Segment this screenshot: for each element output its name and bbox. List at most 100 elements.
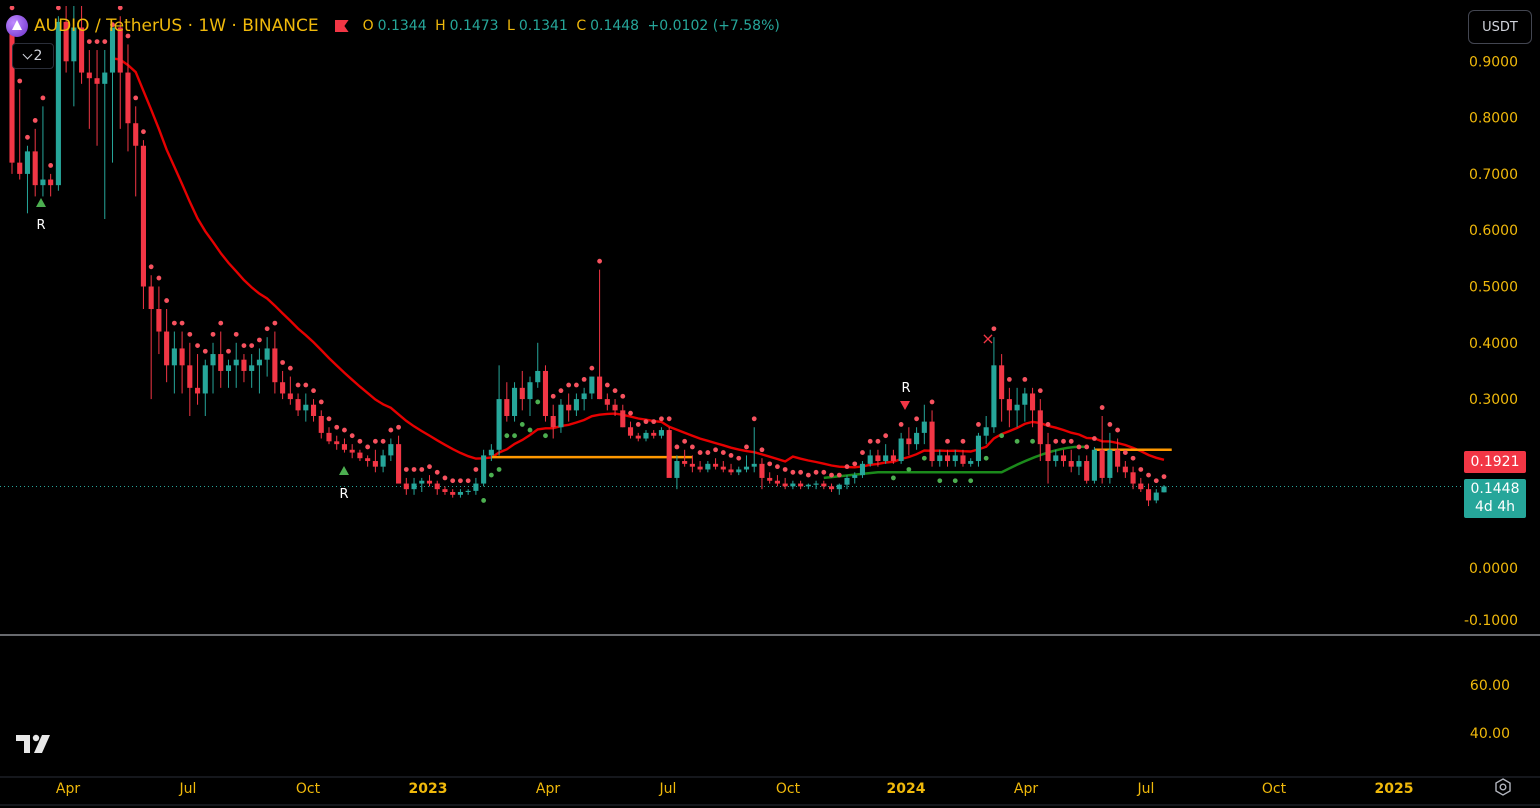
trend-dot: [442, 475, 448, 481]
buy-arrow-icon: [36, 198, 46, 207]
candle-body: [519, 387, 525, 400]
x-axis-label: Apr: [1014, 781, 1038, 797]
candle-body: [1099, 449, 1105, 478]
trend-dot: [674, 444, 680, 450]
trend-dot: [25, 134, 30, 140]
trend-dot: [543, 433, 548, 439]
candle-body: [419, 480, 425, 484]
trend-dot: [844, 464, 850, 470]
candle-body: [550, 415, 556, 428]
candle-body: [968, 461, 974, 464]
y-axis-label: 0.8000: [1469, 111, 1518, 127]
candle-body: [767, 477, 773, 481]
candle-body: [1068, 461, 1074, 467]
low-value: 0.1341: [518, 18, 568, 34]
candle-body: [597, 376, 603, 400]
trend-dot: [357, 438, 363, 444]
trend-dot: [713, 447, 718, 453]
candles-group: R R R ×: [9, 6, 1172, 507]
trend-dot: [249, 343, 255, 349]
trend-dot: [574, 382, 579, 388]
x-axis-label: Oct: [776, 781, 801, 797]
trend-dot: [496, 467, 502, 472]
candle-body: [24, 151, 31, 174]
candle-body: [952, 455, 958, 462]
candle-body: [171, 348, 177, 366]
x-axis-label: Oct: [296, 781, 321, 797]
trend-dot: [1092, 436, 1097, 441]
trend-dot: [527, 427, 533, 433]
candle-body: [1153, 492, 1159, 501]
trend-dot: [728, 453, 734, 458]
trend-dot: [1037, 388, 1043, 394]
candle-body: [542, 370, 549, 416]
candle-body: [202, 365, 208, 394]
low-label: L: [507, 18, 515, 34]
settings-icon[interactable]: [1494, 778, 1512, 796]
trend-dot: [589, 365, 595, 371]
candle-body: [396, 444, 402, 484]
candle-body: [914, 432, 920, 445]
symbol-header: AUDIO / TetherUS · 1W · BINANCE O 0.1344 …: [6, 12, 784, 40]
candle-body: [890, 455, 896, 462]
trend-dot: [1138, 467, 1144, 472]
tradingview-logo-icon[interactable]: [16, 733, 56, 755]
trend-dot: [287, 365, 293, 371]
candle-body: [558, 404, 564, 428]
currency-button[interactable]: USDT: [1468, 10, 1532, 44]
trend-dot: [898, 422, 904, 427]
candle-body: [805, 484, 811, 487]
trend-dot: [550, 393, 556, 399]
trend-dot: [798, 469, 804, 475]
candle-body: [148, 286, 154, 310]
candle-body: [426, 480, 433, 484]
trend-dot: [257, 337, 262, 343]
candle-body: [133, 123, 139, 146]
candle-body: [241, 359, 247, 371]
trend-dot: [597, 258, 602, 264]
candle-body: [48, 179, 54, 186]
trend-dot: [581, 376, 587, 382]
price-chart[interactable]: 0.9000 0.8000 0.7000 0.6000 0.5000 0.4000 0.30…: [0, 0, 1540, 808]
trend-dot: [914, 416, 919, 422]
x-axis-label: 2024: [887, 781, 926, 797]
candle-body: [210, 354, 216, 366]
candle-body: [32, 151, 38, 186]
candle-body: [457, 491, 463, 495]
trend-dot: [1084, 444, 1090, 450]
candle-body: [960, 455, 966, 464]
candle-body: [589, 376, 595, 394]
trend-dot: [1045, 422, 1051, 427]
trend-dot: [1107, 422, 1113, 427]
candle-body: [179, 348, 185, 366]
trend-dot: [171, 320, 177, 326]
candle-body: [1053, 455, 1059, 462]
candle-body: [450, 491, 456, 495]
candle-body: [697, 466, 703, 470]
trend-dot: [419, 467, 425, 472]
chevron-down-icon: [22, 49, 32, 59]
trend-dot: [303, 382, 309, 388]
y-axis-label: 0.4000: [1469, 336, 1518, 352]
trend-dot: [759, 447, 765, 453]
trend-dot: [403, 467, 409, 472]
candle-body: [1091, 449, 1097, 481]
symbol-title[interactable]: AUDIO / TetherUS · 1W · BINANCE: [34, 16, 319, 36]
trend-dot: [952, 478, 958, 484]
indicators-toggle-button[interactable]: 2: [12, 43, 54, 69]
trend-dot: [976, 422, 981, 427]
ma-price-tag: 0.1921: [1464, 451, 1526, 473]
signal-label: R: [339, 487, 348, 502]
trend-dot: [40, 95, 46, 101]
trend-dot: [450, 478, 456, 484]
candle-body: [1014, 404, 1020, 411]
trend-dot: [473, 467, 479, 472]
trend-dot: [937, 478, 943, 484]
trend-dot: [187, 331, 193, 337]
trend-dot: [890, 475, 896, 481]
flag-icon[interactable]: [334, 20, 349, 32]
trend-dot: [481, 498, 487, 503]
trend-dot: [1061, 438, 1066, 444]
candle-body: [999, 365, 1005, 400]
candle-body: [218, 354, 224, 371]
